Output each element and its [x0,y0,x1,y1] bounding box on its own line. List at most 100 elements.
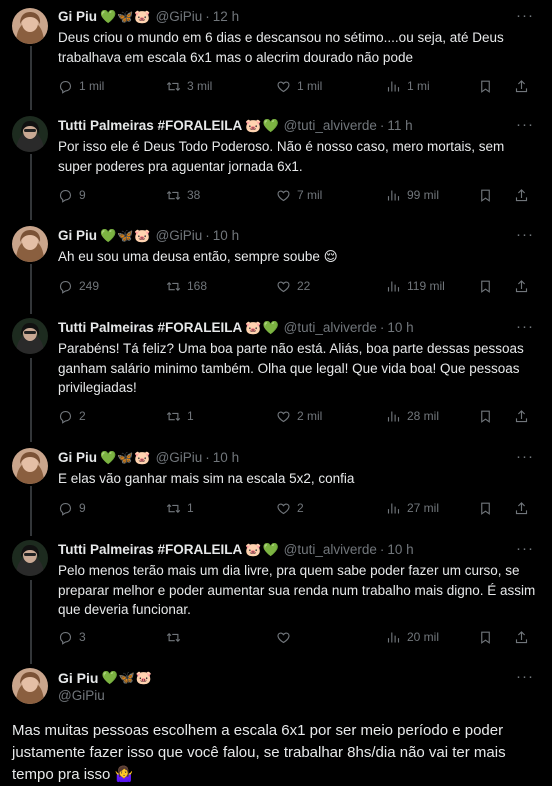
reply-button[interactable]: 9 [58,188,86,203]
timestamp[interactable]: 12 h [213,7,239,27]
display-name[interactable]: Tutti Palmeiras #FORALEILA [58,540,242,560]
bookmark-button[interactable] [478,409,499,424]
share-button[interactable] [514,409,535,424]
reply-count: 249 [79,279,100,293]
display-name[interactable]: Gi Piu [58,668,98,688]
tweet-actions: 249 168 22 119 mil [58,276,540,296]
more-options-icon[interactable]: ··· [516,540,534,557]
username[interactable]: @tuti_alviverde [284,540,377,560]
retweet-button[interactable] [166,630,187,645]
display-name[interactable]: Tutti Palmeiras #FORALEILA [58,116,242,136]
more-options-icon[interactable]: ··· [516,448,534,465]
share-button[interactable] [514,501,535,516]
bookmark-button[interactable] [478,188,499,203]
view-count: 20 mil [407,630,440,644]
timestamp[interactable]: 10 h [387,318,413,338]
username[interactable]: @GiPiu [156,7,203,27]
views-button[interactable]: 99 mil [386,188,439,203]
heart-icon [276,188,291,203]
display-name[interactable]: Gi Piu [58,226,97,246]
like-button[interactable]: 2 [276,501,304,516]
username[interactable]: @GiPiu [58,688,540,703]
like-button[interactable]: 2 mil [276,409,322,424]
retweet-count: 38 [187,188,201,202]
reply-button[interactable]: 1 mil [58,79,104,94]
views-button[interactable]: 119 mil [386,279,445,294]
display-name[interactable]: Gi Piu [58,7,97,27]
tweet-text: Parabéns! Tá feliz? Uma boa parte não es… [58,341,524,395]
avatar[interactable] [12,116,48,152]
bookmark-button[interactable] [478,501,499,516]
tweet-header: Gi Piu 💚🦋🐷 @GiPiu · 12 h [58,7,540,27]
avatar[interactable] [12,668,48,704]
tweet-header: Gi Piu 💚🦋🐷 [58,668,540,688]
analytics-icon [386,630,401,645]
reply-icon [58,630,73,645]
timestamp[interactable]: 11 h [387,116,412,136]
share-button[interactable] [514,279,535,294]
username[interactable]: @tuti_alviverde [284,318,377,338]
retweet-icon [166,79,181,94]
bookmark-button[interactable] [478,79,499,94]
share-button[interactable] [514,188,535,203]
retweet-button[interactable]: 168 [166,279,207,294]
bookmark-icon [478,188,493,203]
views-button[interactable]: 1 mi [386,79,430,94]
view-count: 119 mil [407,279,445,293]
reply-button[interactable]: 3 [58,630,86,645]
retweet-button[interactable]: 38 [166,188,200,203]
reply-button[interactable]: 2 [58,409,86,424]
share-button[interactable] [514,79,535,94]
retweet-icon [166,630,181,645]
like-button[interactable]: 7 mil [276,188,322,203]
share-icon [514,501,529,516]
tweet-header: Tutti Palmeiras #FORALEILA 🐷💚 @tuti_alvi… [58,318,540,338]
timestamp[interactable]: 10 h [213,226,239,246]
retweet-button[interactable]: 1 [166,501,194,516]
display-name[interactable]: Gi Piu [58,448,97,468]
avatar[interactable] [12,226,48,262]
more-options-icon[interactable]: ··· [516,668,534,685]
like-count: 2 mil [297,409,323,423]
avatar[interactable] [12,318,48,354]
username[interactable]: @GiPiu [156,226,203,246]
retweet-button[interactable]: 3 mil [166,79,212,94]
display-name[interactable]: Tutti Palmeiras #FORALEILA [58,318,242,338]
bookmark-button[interactable] [478,279,499,294]
thread-line [30,154,32,220]
avatar[interactable] [12,540,48,576]
avatar[interactable] [12,8,48,44]
heart-icon [276,409,291,424]
avatar[interactable] [12,448,48,484]
views-button[interactable]: 27 mil [386,501,439,516]
retweet-count: 3 mil [187,79,213,93]
separator-dot: · [379,118,385,133]
like-count: 1 mil [297,79,323,93]
more-options-icon[interactable]: ··· [516,226,534,243]
username[interactable]: @tuti_alviverde [284,116,377,136]
name-emojis: 💚🦋🐷 [101,670,154,685]
heart-icon [276,630,291,645]
more-options-icon[interactable]: ··· [516,318,534,335]
view-count: 1 mi [407,79,430,93]
retweet-button[interactable]: 1 [166,409,194,424]
bookmark-icon [478,501,493,516]
like-button[interactable] [276,630,297,645]
bookmark-button[interactable] [478,630,499,645]
username[interactable]: @GiPiu [156,448,203,468]
views-button[interactable]: 20 mil [386,630,439,645]
timestamp[interactable]: 10 h [213,448,239,468]
like-button[interactable]: 1 mil [276,79,322,94]
more-options-icon[interactable]: ··· [516,116,534,133]
share-button[interactable] [514,630,535,645]
reply-button[interactable]: 9 [58,501,86,516]
more-options-icon[interactable]: ··· [516,7,534,24]
reply-count: 1 mil [79,79,105,93]
timestamp[interactable]: 10 h [387,540,413,560]
view-count: 27 mil [407,501,440,515]
analytics-icon [386,188,401,203]
share-icon [514,188,529,203]
views-button[interactable]: 28 mil [386,409,439,424]
like-button[interactable]: 22 [276,279,310,294]
reply-button[interactable]: 249 [58,279,99,294]
